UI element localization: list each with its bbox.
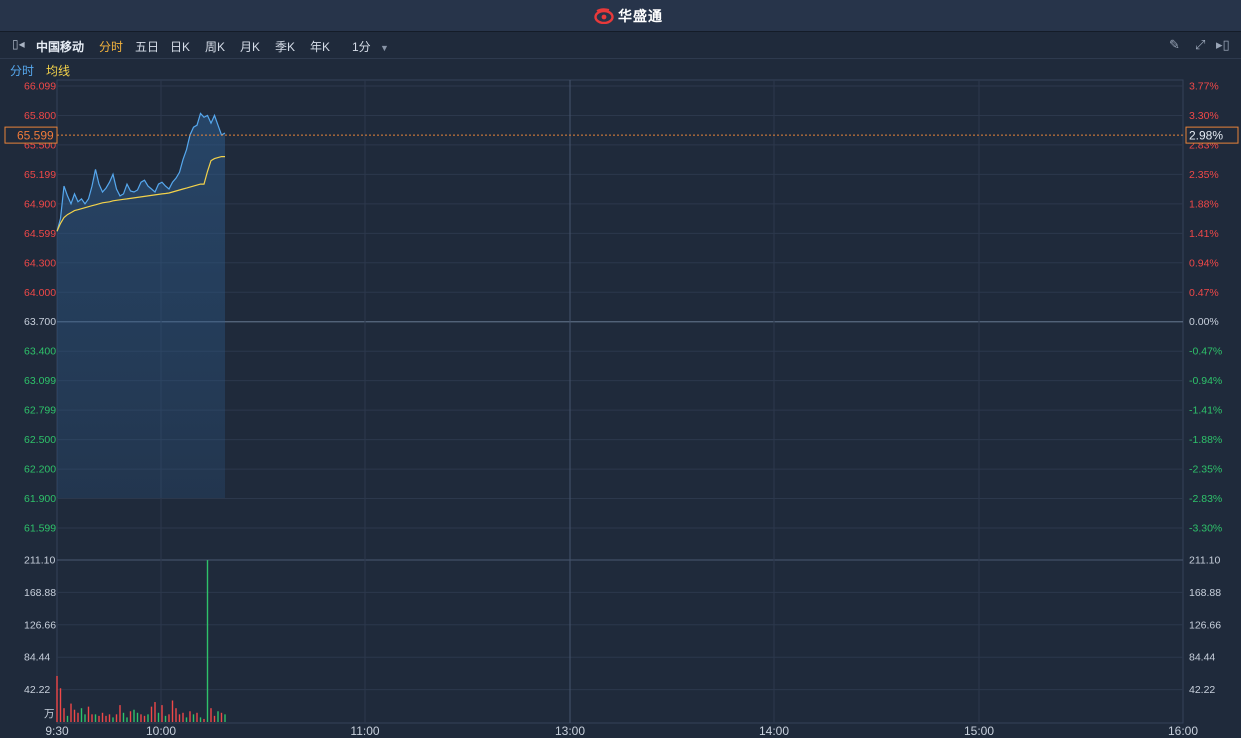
tab-yearly-k[interactable]: 年K: [310, 38, 330, 55]
volume-tick-label: 84.44: [1189, 652, 1215, 664]
bird-logo-icon: [594, 8, 614, 24]
price-tick-label: 64.000: [24, 287, 56, 299]
volume-tick-label: 168.88: [24, 587, 56, 599]
volume-tick-label: 126.66: [1189, 619, 1221, 631]
price-tick-label: 63.099: [24, 375, 56, 387]
pct-tick-label: -1.88%: [1189, 434, 1222, 446]
last-pct-label: 2.98%: [1189, 129, 1223, 143]
pct-tick-label: -2.83%: [1189, 493, 1222, 505]
price-tick-label: 64.300: [24, 257, 56, 269]
price-tick-label: 62.500: [24, 434, 56, 446]
price-tick-label: 65.500: [24, 139, 56, 151]
last-price-label: 65.599: [17, 129, 54, 143]
tab-intraday[interactable]: 分时: [99, 38, 123, 55]
price-tick-label: 63.700: [24, 316, 56, 328]
legend-price-line[interactable]: 分时: [10, 62, 34, 79]
time-tick-label: 10:00: [146, 724, 176, 738]
pencil-icon[interactable]: ✎: [1169, 37, 1180, 53]
stock-name: 中国移动: [36, 40, 85, 54]
collapse-right-icon[interactable]: ▸▯: [1216, 37, 1230, 53]
chart-toolbar: ▯◂ 中国移动 分时 五日 日K 周K 月K 季K 年K 1分 ▼: [0, 32, 1241, 59]
pct-tick-label: 0.00%: [1189, 316, 1219, 328]
pct-tick-label: 3.30%: [1189, 110, 1219, 122]
volume-tick-label: 42.22: [1189, 684, 1215, 696]
price-tick-label: 61.599: [24, 523, 56, 535]
tab-daily-k[interactable]: 日K: [170, 38, 190, 55]
volume-tick-label: 84.44: [24, 652, 50, 664]
volume-tick-label: 211.10: [24, 555, 55, 567]
last-pct-badge: [1185, 126, 1239, 144]
price-tick-label: 66.099: [24, 81, 56, 93]
pct-tick-label: -3.30%: [1189, 523, 1222, 535]
avg-series-line: [56, 156, 225, 232]
last-price-badge: [4, 126, 58, 144]
volume-tick-label: 211.10: [1189, 555, 1220, 567]
price-area: [57, 113, 225, 499]
tab-quarterly-k[interactable]: 季K: [275, 38, 295, 55]
tab-five-day[interactable]: 五日: [135, 38, 159, 55]
brand-name: 华盛通: [618, 8, 663, 24]
price-tick-label: 61.900: [24, 493, 56, 505]
chevron-down-icon: ▼: [380, 43, 389, 53]
pct-tick-label: 0.94%: [1189, 257, 1219, 269]
pct-tick-label: 1.88%: [1189, 198, 1219, 210]
time-tick-label: 13:00: [555, 724, 585, 738]
price-tick-label: 62.200: [24, 464, 56, 476]
price-tick-label: 64.599: [24, 228, 56, 240]
price-tick-label: 65.199: [24, 169, 56, 181]
time-tick-label: 15:00: [964, 724, 994, 738]
pct-tick-label: 1.41%: [1189, 228, 1219, 240]
interval-select[interactable]: 1分 ▼: [352, 38, 389, 55]
pct-tick-label: 3.77%: [1189, 81, 1219, 93]
volume-tick-label: 126.66: [24, 619, 56, 631]
collapse-left-icon[interactable]: ▯◂: [12, 37, 25, 51]
intraday-chart: 66.099 3.77% 65.800 3.30% 65.500 2.83% 65.199 2…: [4, 79, 1239, 738]
pct-tick-label: 2.83%: [1189, 139, 1219, 151]
expand-icon[interactable]: ⤢: [1195, 37, 1205, 53]
volume-tick-label: 168.88: [1189, 587, 1221, 599]
pct-tick-label: -0.47%: [1189, 346, 1222, 358]
price-tick-label: 63.400: [24, 346, 56, 358]
volume-unit-label: 万: [44, 708, 55, 720]
pct-tick-label: 0.47%: [1189, 287, 1219, 299]
tab-weekly-k[interactable]: 周K: [205, 38, 225, 55]
pct-tick-label: -1.41%: [1189, 405, 1222, 417]
app-header: 华盛通: [0, 0, 1241, 32]
legend-avg-line[interactable]: 均线: [46, 62, 70, 79]
interval-value: 1分: [352, 40, 371, 54]
pct-tick-label: -2.35%: [1189, 464, 1222, 476]
pct-tick-label: 2.35%: [1189, 169, 1219, 181]
price-tick-label: 62.799: [24, 405, 56, 417]
legend-bar: 分时 均线: [0, 59, 1241, 79]
price-tick-label: 65.800: [24, 110, 56, 122]
price-tick-label: 64.900: [24, 198, 56, 210]
time-tick-label: 14:00: [759, 724, 789, 738]
price-series-line: [56, 112, 226, 232]
time-tick-label: 9:30: [45, 724, 69, 738]
tab-monthly-k[interactable]: 月K: [240, 38, 260, 55]
pct-tick-label: -0.94%: [1189, 375, 1222, 387]
brand: 华盛通: [594, 6, 663, 26]
chart-frame: [56, 79, 1184, 724]
time-tick-label: 16:00: [1168, 724, 1198, 738]
volume-tick-label: 42.22: [24, 684, 50, 696]
time-tick-label: 11:00: [350, 724, 379, 738]
